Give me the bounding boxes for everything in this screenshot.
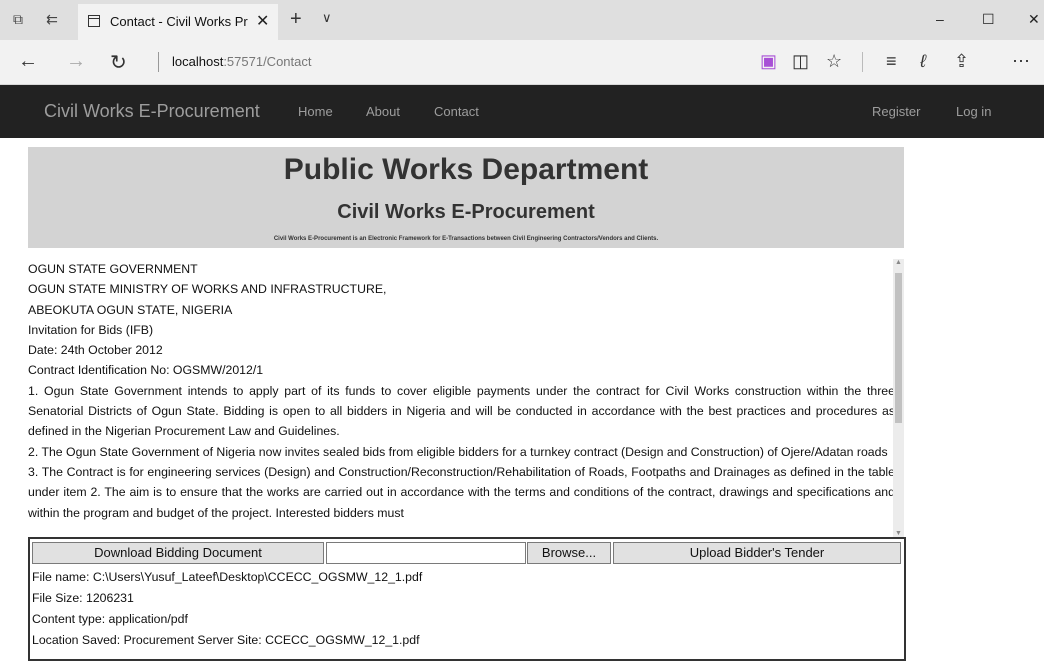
file-path-input[interactable] bbox=[326, 542, 526, 564]
set-tabs-aside-icon[interactable]: ⇇ bbox=[44, 11, 60, 27]
tab-title: Contact - Civil Works Pr bbox=[110, 14, 248, 29]
page-tagline: Civil Works E-Procurement is an Electron… bbox=[273, 236, 659, 242]
paragraph-2: 2. The Ogun State Government of Nigeria … bbox=[28, 444, 888, 459]
url-path: :57571/Contact bbox=[223, 54, 312, 69]
hub-icon[interactable]: ≡ bbox=[886, 51, 897, 72]
browse-button[interactable]: Browse... bbox=[527, 542, 611, 564]
scroll-down-icon[interactable]: ▼ bbox=[893, 530, 904, 537]
back-arrow-icon[interactable]: ← bbox=[18, 50, 38, 73]
page-title: Public Works Department bbox=[283, 153, 649, 186]
extension-icon[interactable]: ▣ bbox=[760, 51, 777, 72]
upload-tender-button[interactable]: Upload Bidder's Tender bbox=[613, 542, 901, 564]
content-scrollbar[interactable]: ▲ ▼ bbox=[893, 259, 904, 537]
file-size-text: File Size: 1206231 bbox=[32, 591, 134, 605]
nav-register[interactable]: Register bbox=[872, 104, 920, 119]
minimize-icon[interactable]: – bbox=[936, 11, 944, 27]
url-field[interactable]: localhost:57571/Contact bbox=[172, 54, 312, 69]
scroll-up-icon[interactable]: ▲ bbox=[893, 259, 904, 266]
content-line: OGUN STATE GOVERNMENT bbox=[28, 262, 198, 276]
web-note-icon[interactable]: ℓ bbox=[920, 51, 926, 72]
paragraph-1: 1. Ogun State Government intends to appl… bbox=[28, 383, 895, 439]
file-name-text: File name: C:\Users\Yusuf_Lateef\Desktop… bbox=[32, 570, 423, 584]
location-saved-text: Location Saved: Procurement Server Site:… bbox=[32, 633, 420, 647]
maximize-icon[interactable]: ☐ bbox=[982, 11, 995, 28]
content-line: Date: 24th October 2012 bbox=[28, 343, 163, 358]
url-host: localhost bbox=[172, 54, 224, 69]
browser-title-bar: ⧉ ⇇ Contact - Civil Works Pr ✕ + ∨ – ☐ ✕ bbox=[0, 0, 1044, 40]
bid-invitation-text: OGUN STATE GOVERNMENT OGUN STATE MINISTR… bbox=[28, 259, 895, 537]
close-window-icon[interactable]: ✕ bbox=[1028, 11, 1040, 28]
content-type-text: Content type: application/pdf bbox=[32, 612, 188, 626]
content-line: Contract Identification No: OGSMW/2012/1 bbox=[28, 363, 264, 378]
tab-preview-icon[interactable]: ⧉ bbox=[10, 11, 26, 27]
tab-menu-chevron-icon[interactable]: ∨ bbox=[322, 10, 332, 26]
more-icon[interactable]: ⋯ bbox=[1012, 51, 1030, 72]
refresh-icon[interactable]: ↻ bbox=[110, 50, 127, 75]
page-icon bbox=[88, 15, 100, 27]
toolbar-separator bbox=[862, 52, 863, 72]
tab-close-icon[interactable]: ✕ bbox=[256, 11, 269, 31]
brand-link[interactable]: Civil Works E-Procurement bbox=[44, 101, 260, 122]
department-header: Public Works Department Civil Works E-Pr… bbox=[28, 147, 904, 248]
share-icon[interactable]: ⇪ bbox=[954, 51, 969, 72]
tender-form-panel: Download Bidding Document Browse... Uplo… bbox=[28, 537, 906, 661]
reading-view-icon[interactable]: ◫ bbox=[792, 51, 809, 72]
favorite-star-icon[interactable]: ☆ bbox=[826, 51, 842, 72]
download-bidding-document-button[interactable]: Download Bidding Document bbox=[32, 542, 324, 564]
nav-login[interactable]: Log in bbox=[956, 104, 991, 119]
site-navbar: Civil Works E-Procurement Home About Con… bbox=[0, 85, 1044, 138]
address-bar: ← → ↻ localhost:57571/Contact ▣ ◫ ☆ ≡ ℓ … bbox=[0, 40, 1044, 85]
content-line: Invitation for Bids (IFB) bbox=[28, 322, 154, 337]
url-separator bbox=[158, 52, 159, 72]
page-subtitle: Civil Works E-Procurement bbox=[337, 201, 595, 223]
content-line: ABEOKUTA OGUN STATE, NIGERIA bbox=[28, 302, 233, 317]
content-line: OGUN STATE MINISTRY OF WORKS AND INFRAST… bbox=[28, 282, 387, 297]
forward-arrow-icon[interactable]: → bbox=[66, 50, 86, 73]
paragraph-3: 3. The Contract is for engineering servi… bbox=[28, 464, 895, 520]
browser-tab[interactable]: Contact - Civil Works Pr ✕ bbox=[78, 4, 278, 40]
nav-home[interactable]: Home bbox=[298, 104, 333, 119]
new-tab-icon[interactable]: + bbox=[290, 8, 302, 31]
nav-about[interactable]: About bbox=[366, 104, 400, 119]
scrollbar-thumb[interactable] bbox=[895, 273, 902, 423]
nav-contact[interactable]: Contact bbox=[434, 104, 479, 119]
